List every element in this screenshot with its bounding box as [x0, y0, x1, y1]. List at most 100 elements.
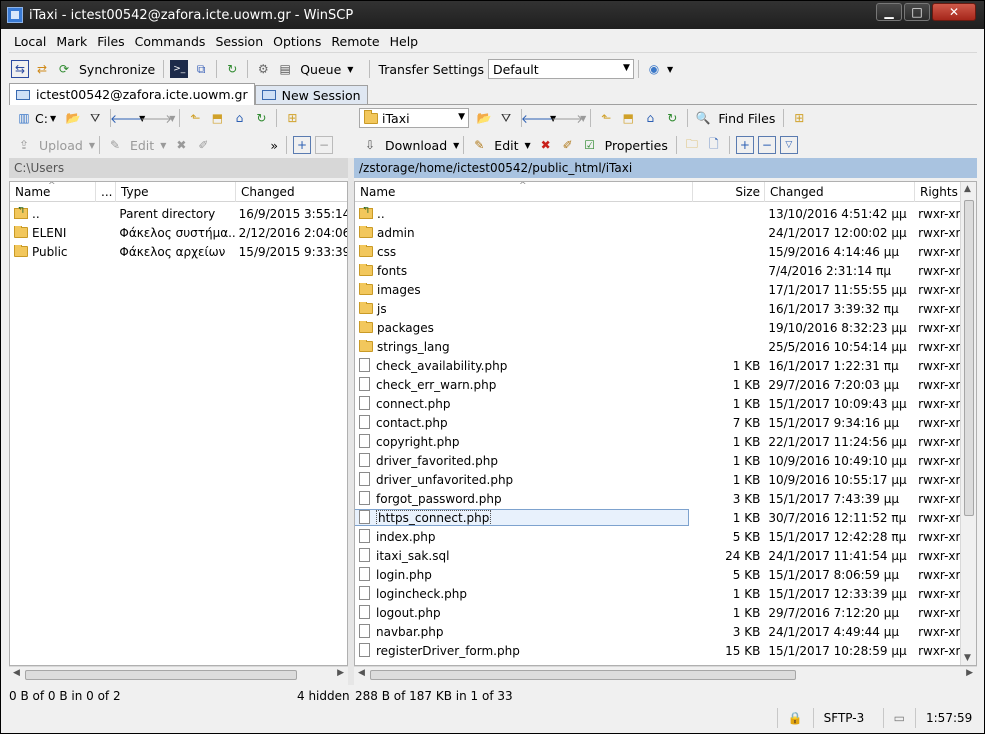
edit-icon[interactable]: ✎ — [470, 136, 488, 154]
parent-directory-icon[interactable]: ⬑ — [186, 109, 204, 127]
open-folder-icon[interactable]: 📂 — [475, 109, 493, 127]
rename-icon[interactable]: ✐ — [194, 136, 212, 154]
left-scroll-thumb[interactable] — [25, 670, 297, 680]
right-col-size[interactable]: Size — [693, 182, 765, 202]
table-row[interactable]: driver_unfavorited.php 1 KB 10/9/2016 10:5… — [355, 470, 960, 489]
back-icon[interactable]: 🡐 — [521, 109, 553, 127]
forward-dropdown-icon[interactable]: ▼ — [580, 114, 586, 123]
scroll-up-icon[interactable]: ▲ — [964, 184, 971, 194]
table-row[interactable]: ELENI Φάκελος συστήμα... 2/12/2016 2:04:06… — [10, 223, 347, 242]
filter-icon[interactable]: ⛛ — [497, 109, 515, 127]
root-directory-icon[interactable]: ⬒ — [619, 109, 637, 127]
scroll-right-icon[interactable]: ▶ — [337, 668, 344, 678]
download-dropdown-icon[interactable]: ▼ — [453, 141, 459, 150]
scroll-right-icon[interactable]: ▶ — [966, 668, 973, 678]
table-row[interactable]: forgot_password.php 3 KB 15/1/2017 7:43:39… — [355, 489, 960, 508]
table-row[interactable]: check_availability.php 1 KB 16/1/2017 1:22… — [355, 356, 960, 375]
table-row[interactable]: contact.php 7 KB 15/1/2017 9:34:16 μμ rwxr-… — [355, 413, 960, 432]
forward-icon[interactable]: 🡒 — [551, 109, 583, 127]
download-button[interactable]: Download — [385, 138, 447, 153]
upload-dropdown-icon[interactable]: ▼ — [89, 141, 95, 150]
find-files-button[interactable]: Find Files — [718, 111, 775, 126]
queue-dropdown-icon[interactable]: ▼ — [347, 65, 353, 74]
unselect-files-icon[interactable]: − — [315, 136, 333, 154]
table-row[interactable]: logincheck.php 1 KB 15/1/2017 12:33:39 μμ r… — [355, 584, 960, 603]
table-row[interactable]: logout.php 1 KB 29/7/2016 7:12:20 μμ rwxr-x… — [355, 603, 960, 622]
properties-icon[interactable]: ☑ — [581, 136, 599, 154]
right-col-changed[interactable]: Changed — [765, 182, 915, 202]
left-file-list[interactable]: Name ^ ... Type Changed .. Parent directo… — [9, 181, 348, 666]
right-col-name[interactable]: Name ^ — [355, 182, 693, 202]
refresh-remote-icon[interactable]: ↻ — [663, 109, 681, 127]
table-row[interactable]: copyright.php 1 KB 22/1/2017 11:24:56 μμ rw… — [355, 432, 960, 451]
table-row[interactable]: driver_favorited.php 1 KB 10/9/2016 10:49:… — [355, 451, 960, 470]
edit-icon[interactable]: ✎ — [106, 136, 124, 154]
right-file-list[interactable]: Name ^ Size Changed Rights .. 13/10/2016 … — [354, 181, 977, 666]
table-row[interactable]: css 15/9/2016 4:14:46 μμ rwxr-xr- — [355, 242, 960, 261]
queue-icon[interactable]: ▤ — [276, 60, 294, 78]
left-path-bar[interactable]: C:\Users — [9, 158, 348, 178]
minimize-button[interactable]: ▁ — [876, 3, 902, 21]
new-folder-icon[interactable]: 🗀 — [683, 136, 701, 154]
refresh-local-icon[interactable]: ↻ — [252, 109, 270, 127]
preferences-gear-icon[interactable]: ⚙ — [254, 60, 272, 78]
more-tools-chevron-icon[interactable]: » — [270, 138, 278, 153]
synchronize-icon[interactable]: ⟳ — [55, 60, 73, 78]
refresh-icon[interactable]: ↻ — [223, 60, 241, 78]
table-row[interactable]: check_err_warn.php 1 KB 29/7/2016 7:20:03 … — [355, 375, 960, 394]
filter-icon[interactable]: ⛛ — [86, 109, 104, 127]
table-row[interactable]: js 16/1/2017 3:39:32 πμ rwxr-xr- — [355, 299, 960, 318]
synchronize-browsing-icon[interactable]: ⇄ — [33, 60, 51, 78]
forward-icon[interactable]: 🡒 — [140, 109, 172, 127]
left-horizontal-scrollbar[interactable]: ◀ ▶ — [9, 666, 348, 682]
table-row[interactable]: .. Parent directory 16/9/2015 3:55:14 μ — [10, 204, 347, 223]
home-icon[interactable]: ⌂ — [230, 109, 248, 127]
edit-button[interactable]: Edit — [130, 138, 154, 153]
console-icon[interactable]: >_ — [170, 60, 189, 78]
edit-dropdown-icon[interactable]: ▼ — [525, 141, 531, 150]
right-scroll-thumb-horizontal[interactable] — [370, 670, 796, 680]
download-icon[interactable]: ⇩ — [361, 136, 379, 154]
sites-dropdown-icon[interactable]: ▼ — [667, 65, 673, 74]
table-row[interactable]: images 17/1/2017 11:55:55 μμ rwxr-xr- — [355, 280, 960, 299]
table-row[interactable]: index.php 5 KB 15/1/2017 12:42:28 πμ rwxr-x… — [355, 527, 960, 546]
menu-options[interactable]: Options — [268, 34, 326, 49]
remote-folder-select[interactable]: iTaxi ▼ — [359, 108, 469, 128]
table-row[interactable]: registerDriver_form.php 15 KB 15/1/2017 10… — [355, 641, 960, 660]
home-icon[interactable]: ⌂ — [641, 109, 659, 127]
parent-directory-icon[interactable]: ⬑ — [597, 109, 615, 127]
menu-remote[interactable]: Remote — [326, 34, 384, 49]
tree-icon[interactable]: ⊞ — [790, 109, 808, 127]
right-path-bar[interactable]: /zstorage/home/ictest00542/public_html/i… — [354, 158, 977, 178]
back-icon[interactable]: 🡐 — [110, 109, 142, 127]
lock-icon[interactable]: 🔒 — [776, 708, 813, 728]
tab-new-session[interactable]: New Session — [254, 85, 368, 105]
synchronize-button[interactable]: Synchronize — [79, 62, 155, 77]
right-scroll-thumb[interactable] — [964, 200, 974, 516]
left-col-name[interactable]: Name ^ — [10, 182, 96, 202]
left-hidden-count[interactable]: 4 hidden — [297, 689, 355, 703]
upload-button[interactable]: Upload — [39, 138, 83, 153]
table-row[interactable]: fonts 7/4/2016 2:31:14 πμ rwxr-xr- — [355, 261, 960, 280]
menu-local[interactable]: Local — [9, 34, 51, 49]
delete-icon[interactable]: ✖ — [537, 136, 555, 154]
sites-icon[interactable]: ◉ — [645, 60, 663, 78]
select-all-icon[interactable]: ▽ — [779, 136, 798, 154]
scroll-left-icon[interactable]: ◀ — [358, 668, 365, 678]
tab-session[interactable]: ictest00542@zafora.icte.uowm.gr — [9, 83, 255, 105]
find-files-icon[interactable]: 🔍 — [694, 109, 712, 127]
table-row[interactable]: Public Φάκελος αρχείων 15/9/2015 9:33:39 μ — [10, 242, 347, 261]
table-row[interactable]: https_connect.php 1 KB 30/7/2016 12:11:52 … — [355, 508, 960, 527]
drive-dropdown-icon[interactable]: ▼ — [50, 114, 56, 123]
title-bar[interactable]: iTaxi - ictest00542@zafora.icte.uowm.gr … — [1, 1, 984, 29]
edit-button[interactable]: Edit — [494, 138, 518, 153]
table-row[interactable]: packages 19/10/2016 8:32:23 μμ rwxr-xr- — [355, 318, 960, 337]
scroll-down-icon[interactable]: ▼ — [964, 653, 971, 663]
properties-button[interactable]: Properties — [605, 138, 668, 153]
table-row[interactable]: .. 13/10/2016 4:51:42 μμ rwxr-xr- — [355, 204, 960, 223]
table-row[interactable]: itaxi_sak.sql 24 KB 24/1/2017 11:41:54 μμ r… — [355, 546, 960, 565]
left-col-changed[interactable]: Changed — [236, 182, 347, 202]
right-col-rights[interactable]: Rights — [915, 182, 961, 202]
scroll-left-icon[interactable]: ◀ — [13, 668, 20, 678]
tree-icon[interactable]: ⊞ — [283, 109, 301, 127]
